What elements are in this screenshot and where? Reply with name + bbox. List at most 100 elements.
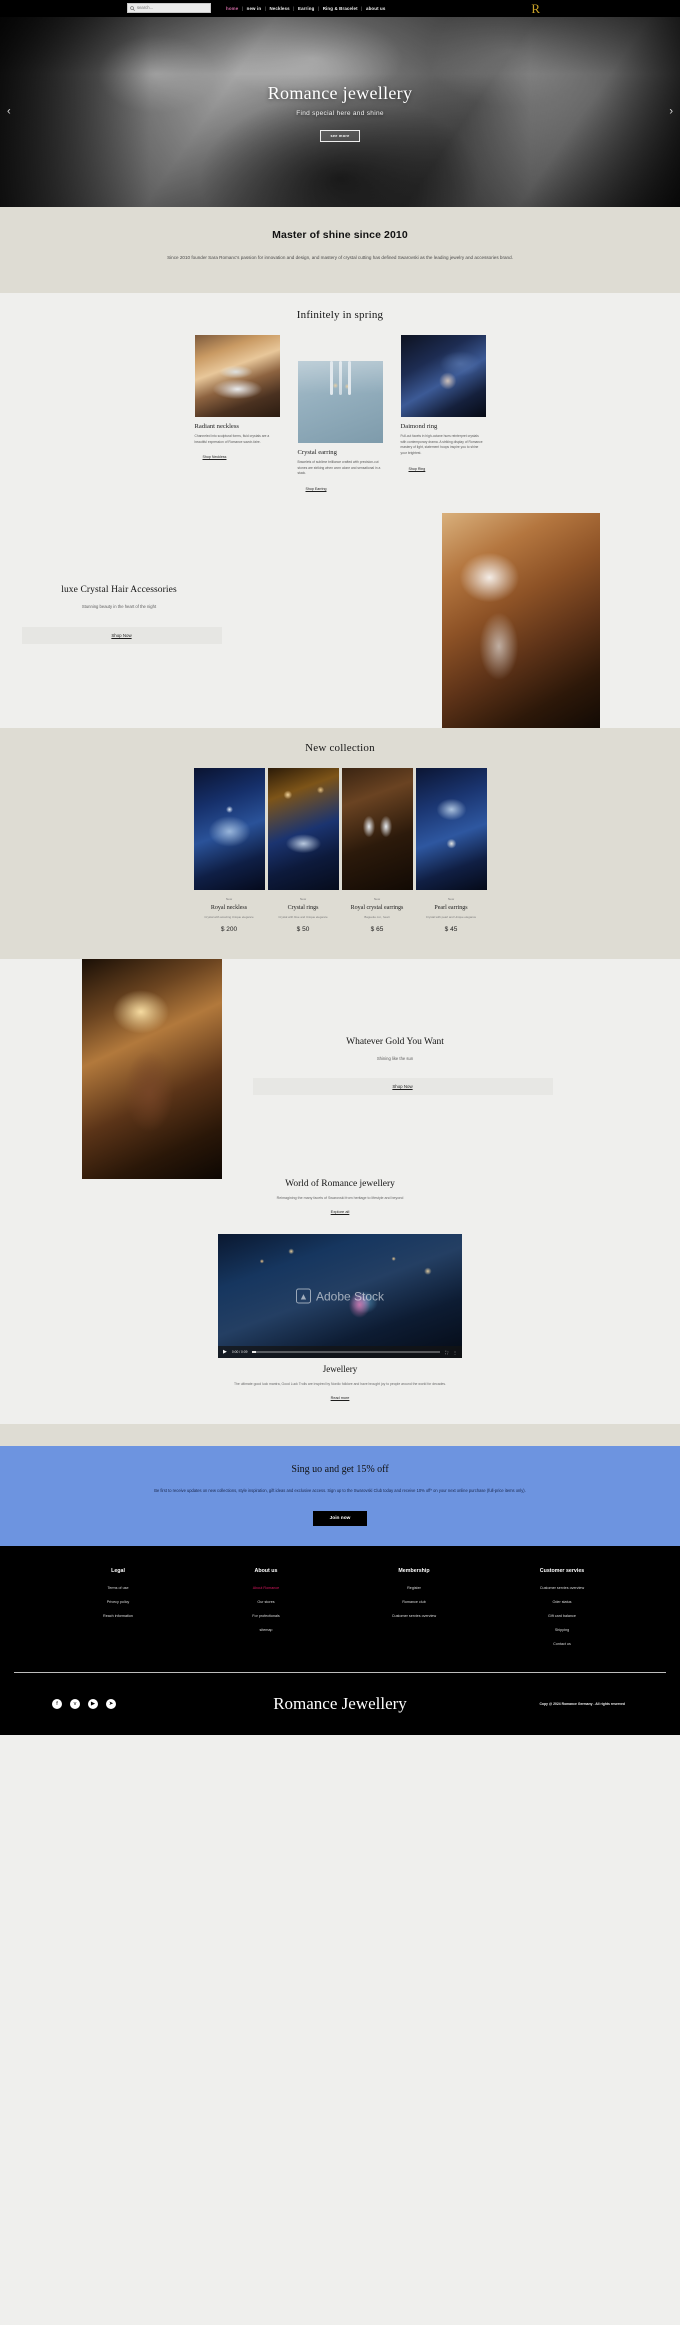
video-progress-slider[interactable] [252,1351,441,1354]
collection-item-price: $ 65 [370,926,384,934]
nav-links: home | new in | Neckless | Earring | Rin… [226,0,385,17]
page-root: home | new in | Neckless | Earring | Rin… [0,0,680,1735]
footer-link-shipping[interactable]: Shipping [523,1628,601,1632]
product-description: Channeled into sculptural forms, fluid c… [194,433,270,444]
footer-link-customer-servies-overview[interactable]: Customer servies overview [375,1614,453,1618]
fullscreen-icon[interactable]: ⛶ [445,1350,448,1355]
carousel-next-arrow-icon[interactable]: › [669,106,673,118]
collection-item[interactable]: New Pearl earrings Crystal with pearl an… [415,768,487,933]
about-text: Since 2010 founder Sara Romanc's passion… [167,255,513,260]
footer-link-gift-card-balance[interactable]: Gift card balance [523,1614,601,1618]
footer-link-for-professionals[interactable]: For profectionals [227,1614,305,1618]
world-section: World of Romance jewellery Reimagining t… [0,1179,680,1425]
facebook-icon[interactable]: f [52,1698,62,1709]
read-more-link[interactable]: Read more [331,1396,350,1400]
footer-link-contact-us[interactable]: Contact us [523,1642,601,1646]
product-card[interactable]: Radiant neckless Channeled into sculptur… [194,334,280,495]
copyright-text: Copy @ 2024 Romance Germany . All rights… [539,1701,625,1706]
gold-shop-now-button[interactable]: Shop Now [252,1078,553,1096]
footer-link-terms-of-use[interactable]: Terms of use [79,1586,157,1590]
youtube-icon[interactable]: ▶ [88,1698,98,1709]
collection-item-image [267,768,339,891]
footer-column-title: Customer servies [539,1567,585,1574]
explore-all-link[interactable]: Explore all [331,1209,350,1214]
product-description: Full-cut facets in high-octane hues rein… [400,433,483,456]
search-input[interactable] [137,4,207,12]
collection-item[interactable]: New Crystal rings Crystal with blue and … [267,768,339,933]
product-image [297,360,383,443]
play-icon[interactable]: ▶ [223,1349,227,1355]
footer-column-title: About us [254,1567,278,1574]
footer-link-customer-servies-overview[interactable]: Customer servies overview [523,1586,601,1590]
video-time-display: 0:00 / 0:09 [231,1350,248,1355]
new-collection-title: New collection [305,742,375,755]
collection-item-image [415,768,487,891]
new-badge: New [225,897,233,902]
jewellery-caption: Jewellery The ultimate good luck mantra,… [0,1358,680,1404]
nav-separator: | [264,6,266,11]
footer-link-oder-status[interactable]: Oder status [523,1600,601,1604]
footer-link-about-romance[interactable]: About Romance [227,1586,305,1590]
shop-earring-link[interactable]: Shop Earring [306,487,327,491]
collection-item-name: Crystal rings [287,905,319,912]
nav-item-earring[interactable]: Earring [298,6,314,11]
search-icon [130,5,135,11]
product-name: Radiant neckless [194,422,240,430]
shop-neckless-link[interactable]: Shop Neckless [203,455,227,459]
luxe-shop-now-button[interactable]: Shop Now [21,627,222,645]
search-box[interactable] [127,3,211,13]
nav-separator: | [361,6,363,11]
hero-title: Romance jewellery [267,82,413,103]
jewellery-caption-text: The ultimate good luck mantra, Good Luck… [233,1382,447,1387]
hero-see-more-button[interactable]: see more [320,129,360,142]
nav-item-ring-bracelet[interactable]: Ring & Bracelet [323,6,358,11]
collection-item-name: Pearl earrings [434,905,468,912]
product-card[interactable]: Crystal earring Bracelets of sublime bri… [297,335,383,495]
product-image [194,334,280,417]
new-badge: New [447,897,455,902]
join-now-button[interactable]: Join now [312,1510,368,1526]
footer-column-about-us: About us About Romance Our stores For pr… [227,1568,305,1656]
carousel-prev-arrow-icon[interactable]: ‹ [7,106,11,118]
hero-subtitle: Find special here and shine [296,109,384,117]
collection-item-price: $ 200 [220,926,238,934]
twitter-icon[interactable]: ᴠ [70,1698,80,1709]
product-name: Daimond ring [400,422,438,430]
footer: Legal Terms of use Privecy policy Reach … [0,1545,680,1735]
gold-section: Whatever Gold You Want Shining like the … [0,959,680,1180]
more-options-icon[interactable]: ⋮ [453,1350,457,1355]
footer-link-register[interactable]: Register [375,1586,453,1590]
footer-link-romance-club[interactable]: Romance club [375,1600,453,1604]
shop-ring-link[interactable]: Shop Ring [409,467,426,471]
product-name: Crystal earring [297,448,337,456]
footer-link-privacy-policy[interactable]: Privecy policy [79,1600,157,1604]
footer-link-sitemap[interactable]: sitemap [227,1628,305,1632]
video-player[interactable]: ▲ Adobe Stock ▶ 0:00 / 0:09 ⛶ ⋮ [218,1234,462,1359]
footer-link-our-stores[interactable]: Our stores [227,1600,305,1604]
product-image [400,334,486,417]
telegram-icon[interactable]: ➤ [106,1698,116,1709]
collection-item-description: Crystal with amazing Unique elegance [204,915,254,920]
video-controls-bar: ▶ 0:00 / 0:09 ⛶ ⋮ [218,1346,462,1359]
luxe-hair-image [442,513,600,729]
luxe-hair-section: luxe Crystal Hair Accessories Stunning b… [0,513,680,729]
luxe-title: luxe Crystal Hair Accessories [61,585,177,596]
gold-subtitle: Shining like the sun [376,1056,414,1062]
nav-item-about-us[interactable]: about us [366,6,386,11]
collection-item[interactable]: New Royal crystal earrings Baguette cut … [341,768,413,934]
footer-column-membership: Membership Register Romance club Custome… [375,1568,453,1656]
nav-item-home[interactable]: home [226,6,238,11]
about-section: Master of shine since 2010 Since 2010 fo… [0,207,680,293]
new-collection-grid: New Royal neckless Crystal with amazing … [0,768,680,933]
brand-logo[interactable]: R [531,1,540,16]
footer-link-reach-information[interactable]: Reach information [79,1614,157,1618]
watermark: ▲ Adobe Stock [218,1288,462,1304]
collection-item[interactable]: New Royal neckless Crystal with amazing … [193,768,265,934]
footer-column-legal: Legal Terms of use Privecy policy Reach … [79,1568,157,1656]
footer-bottom-bar: f ᴠ ▶ ➤ Romance Jewellery Copy @ 2024 Ro… [0,1673,680,1735]
nav-item-neckless[interactable]: Neckless [269,6,289,11]
product-card[interactable]: Daimond ring Full-cut facets in high-oct… [400,334,486,495]
new-collection-section: New collection New Royal neckless Crysta… [0,728,680,960]
nav-item-new-in[interactable]: new in [247,6,262,11]
spring-title: Infinitely in spring [296,308,384,321]
